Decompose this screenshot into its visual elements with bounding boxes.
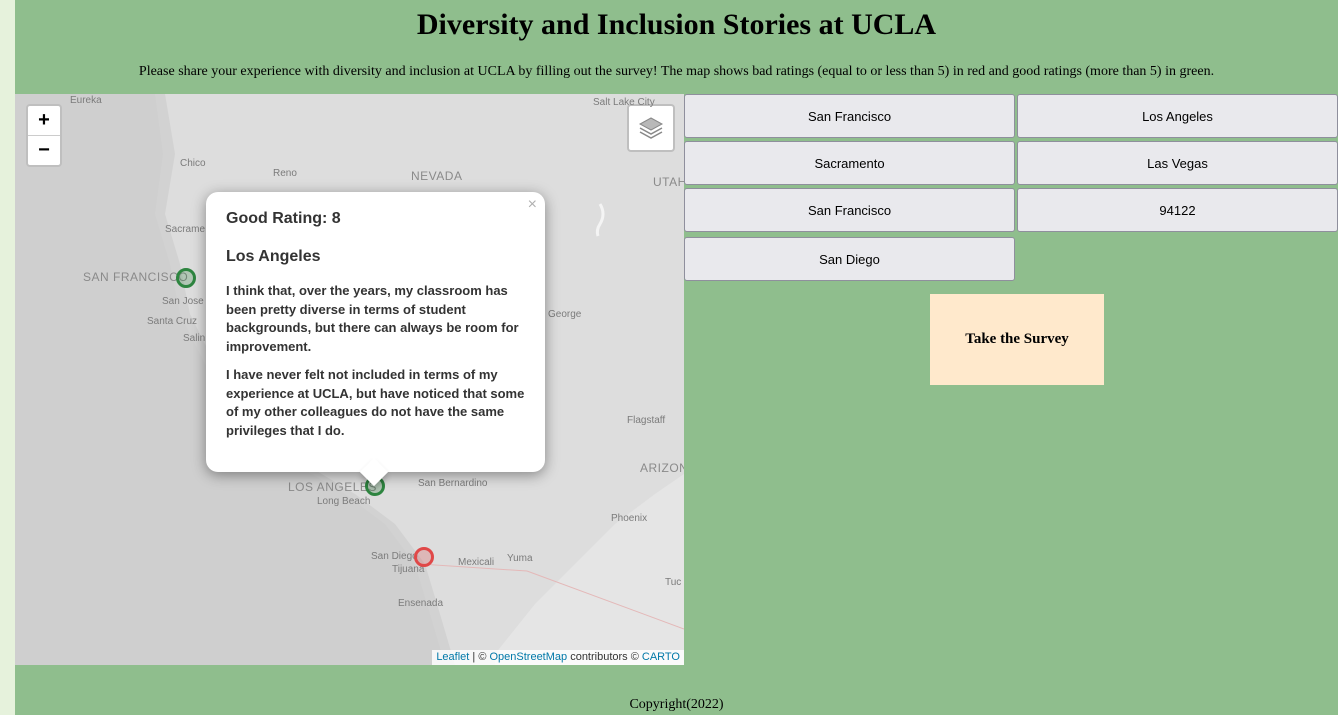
attribution-contributors: contributors ©: [567, 651, 642, 663]
popup-rating: Good Rating: 8: [226, 210, 341, 227]
attribution-separator: | ©: [469, 651, 490, 663]
label-salt-lake-city: Salt Lake City: [593, 97, 655, 108]
city-button[interactable]: San Diego: [684, 237, 1015, 281]
label-utah: UTAH: [653, 175, 684, 189]
label-ensenada: Ensenada: [398, 598, 444, 609]
page: Diversity and Inclusion Stories at UCLA …: [15, 0, 1338, 715]
city-button[interactable]: Las Vegas: [1017, 141, 1338, 185]
popup-close-button[interactable]: ×: [528, 196, 537, 214]
map-attribution: Leaflet | © OpenStreetMap contributors ©…: [432, 650, 684, 665]
label-chico: Chico: [180, 158, 206, 169]
zoom-control: + −: [26, 104, 62, 167]
label-sacramento: Sacrame: [165, 224, 206, 235]
layers-button[interactable]: [627, 104, 675, 152]
label-salinas: Salin: [183, 333, 206, 344]
city-button[interactable]: 94122: [1017, 188, 1338, 232]
intro-text: Please share your experience with divers…: [138, 64, 1215, 79]
zoom-in-button[interactable]: +: [28, 106, 60, 135]
label-tucson: Tuc: [665, 577, 682, 588]
label-long-beach: Long Beach: [317, 496, 371, 507]
map[interactable]: + − Eureka Salt Lake City Chico Reno NEV…: [15, 94, 684, 665]
label-reno: Reno: [273, 168, 297, 179]
label-eureka: Eureka: [70, 95, 102, 106]
marker-san-diego[interactable]: [414, 547, 434, 567]
label-santa-cruz: Santa Cruz: [147, 316, 198, 327]
popup-story-paragraph: I have never felt not included in terms …: [226, 367, 525, 438]
city-button[interactable]: San Francisco: [684, 94, 1015, 138]
label-san-jose: San Jose: [162, 296, 204, 307]
label-yuma: Yuma: [507, 553, 533, 564]
footer-copyright: Copyright(2022): [629, 697, 724, 712]
label-arizona: ARIZON: [640, 461, 684, 475]
label-flagstaff: Flagstaff: [627, 415, 666, 426]
popup-story-paragraph: I think that, over the years, my classro…: [226, 283, 519, 354]
label-phoenix: Phoenix: [611, 513, 648, 524]
take-survey-button[interactable]: Take the Survey: [930, 294, 1104, 385]
label-nevada: NEVADA: [411, 169, 463, 183]
label-los-angeles: LOS ANGELES: [288, 480, 377, 494]
label-mexicali: Mexicali: [458, 557, 495, 568]
popup-city: Los Angeles: [226, 248, 321, 265]
label-st-george: George: [548, 309, 582, 320]
city-button[interactable]: San Francisco: [684, 188, 1015, 232]
map-popup: × Good Rating: 8 Los Angeles I think tha…: [206, 192, 545, 487]
page-title: Diversity and Inclusion Stories at UCLA: [416, 8, 937, 41]
carto-link[interactable]: CARTO: [642, 651, 680, 663]
label-san-diego: San Diego: [371, 551, 418, 562]
popup-content: Good Rating: 8 Los Angeles I think that,…: [226, 210, 526, 450]
label-san-bernardino: San Bernardino: [418, 478, 488, 489]
leaflet-link[interactable]: Leaflet: [436, 651, 469, 663]
city-button[interactable]: Sacramento: [684, 141, 1015, 185]
city-button[interactable]: Los Angeles: [1017, 94, 1338, 138]
label-san-francisco: SAN FRANCISCO: [83, 270, 189, 284]
zoom-out-button[interactable]: −: [28, 135, 60, 165]
openstreetmap-link[interactable]: OpenStreetMap: [489, 651, 567, 663]
marker-san-francisco[interactable]: [176, 268, 196, 288]
